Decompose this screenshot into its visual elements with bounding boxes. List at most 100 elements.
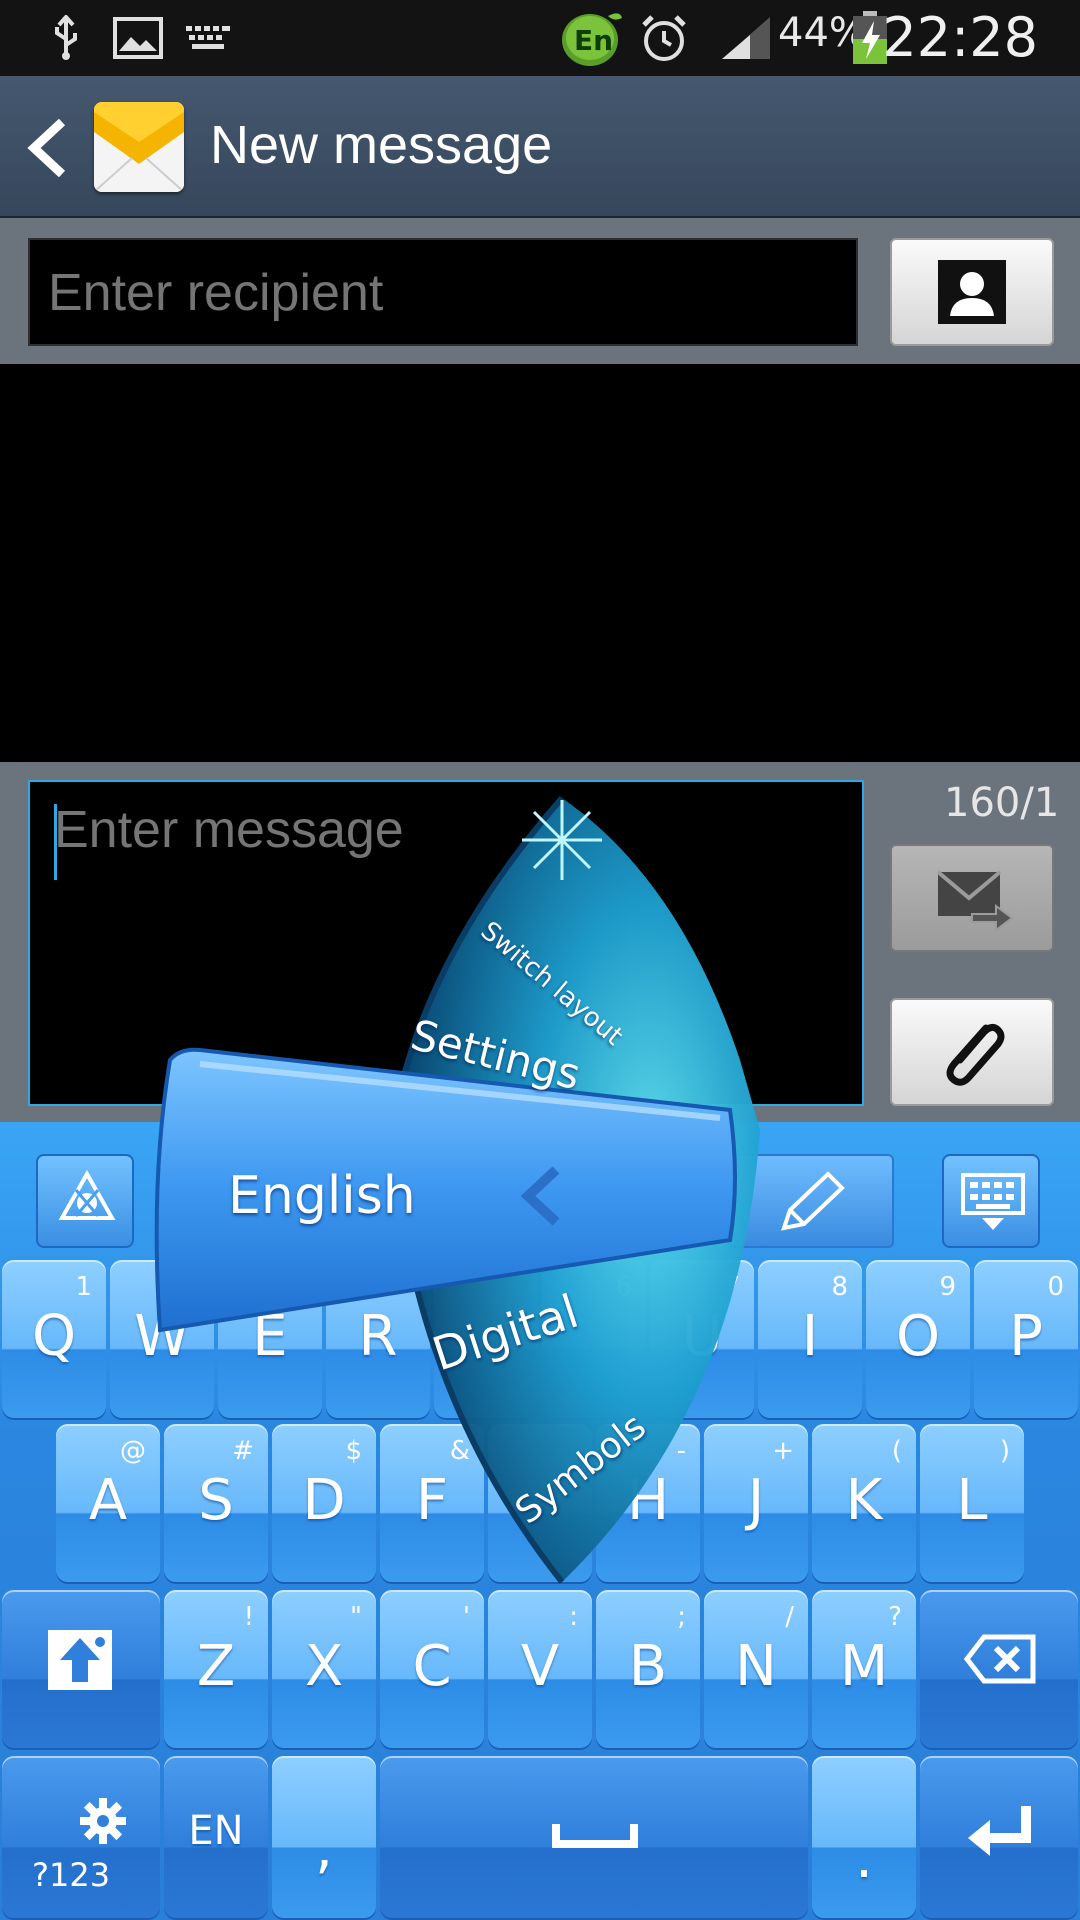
theme-icon: [58, 1170, 116, 1220]
key-label: M: [839, 1634, 889, 1699]
keyboard-icon: [184, 14, 234, 62]
character-counter: 160/1: [944, 780, 1060, 826]
status-bar: En 44% 22:28: [0, 0, 1080, 76]
key-j[interactable]: + J: [704, 1424, 808, 1582]
paperclip-icon: [946, 1023, 1005, 1086]
comma-key[interactable]: ,: [272, 1756, 376, 1918]
key-i[interactable]: 8I: [758, 1260, 862, 1418]
language-badge-icon: En: [560, 13, 624, 66]
messaging-app-icon: [94, 102, 184, 192]
action-bar: New message: [0, 76, 1080, 218]
contact-picker-button[interactable]: [890, 238, 1054, 346]
pen-icon: [781, 1171, 845, 1231]
key-a[interactable]: @ A: [56, 1424, 160, 1582]
key-label: W: [134, 1304, 190, 1369]
key-sub-label: 6: [615, 1272, 632, 1302]
recipient-input[interactable]: [48, 258, 838, 328]
key-f[interactable]: & F: [380, 1424, 484, 1582]
keyboard-hide-icon: [961, 1173, 1025, 1230]
period-key-label: .: [855, 1826, 873, 1891]
key-label: S: [198, 1468, 234, 1533]
message-input[interactable]: [54, 800, 834, 880]
key-k[interactable]: (K: [812, 1424, 916, 1582]
key-r[interactable]: R: [326, 1260, 430, 1418]
key-p[interactable]: 0P: [974, 1260, 1078, 1418]
period-key[interactable]: .: [812, 1756, 916, 1918]
key-s[interactable]: # S: [164, 1424, 268, 1582]
key-d[interactable]: $ D: [272, 1424, 376, 1582]
key-sub-label: -: [676, 1436, 686, 1466]
key-sub-label: /: [785, 1602, 794, 1632]
usb-icon: [44, 14, 88, 62]
key-l[interactable]: ) L: [920, 1424, 1024, 1582]
send-button[interactable]: [890, 844, 1054, 952]
key-z[interactable]: ! Z: [164, 1590, 268, 1748]
key-m[interactable]: ? M: [812, 1590, 916, 1748]
key-sub-label: ;: [677, 1602, 686, 1632]
key-b[interactable]: ; B: [596, 1590, 700, 1748]
key-sub-label: ): [999, 1436, 1010, 1466]
back-arrow-icon[interactable]: [26, 118, 70, 178]
key-u[interactable]: 7U: [650, 1260, 754, 1418]
key-c[interactable]: ' C: [380, 1590, 484, 1748]
key-label: B: [628, 1634, 668, 1699]
key-label: U: [681, 1304, 723, 1369]
enter-key[interactable]: [920, 1756, 1078, 1918]
backspace-key[interactable]: [920, 1590, 1078, 1748]
key-sub-label: 9: [939, 1272, 956, 1302]
recipient-field[interactable]: [28, 238, 858, 346]
key-label: X: [304, 1634, 344, 1699]
key-w[interactable]: W: [110, 1260, 214, 1418]
key-sub-label: !: [243, 1602, 254, 1632]
key-sub-label: ?: [888, 1602, 902, 1632]
key-label: Z: [196, 1634, 236, 1699]
key-sub-label: @: [120, 1436, 146, 1466]
key-label: P: [1009, 1304, 1043, 1369]
text-cursor: [54, 804, 57, 880]
key-v[interactable]: :V: [488, 1590, 592, 1748]
key-sub-label: 7: [723, 1272, 740, 1302]
shift-key[interactable]: [2, 1590, 160, 1748]
key-sub-label: :: [569, 1602, 578, 1632]
enter-icon: [968, 1806, 1031, 1856]
language-badge-text: En: [574, 24, 614, 57]
space-key[interactable]: [380, 1756, 808, 1918]
symbols-key-label: ?123: [32, 1856, 111, 1894]
key-label: Q: [31, 1304, 77, 1369]
key-label: L: [956, 1468, 988, 1533]
key-n[interactable]: / N: [704, 1590, 808, 1748]
handwriting-button[interactable]: [728, 1154, 894, 1248]
key-label: R: [358, 1304, 398, 1369]
key-label: O: [895, 1304, 941, 1369]
key-x[interactable]: " X: [272, 1590, 376, 1748]
key-sub-label: 0: [1047, 1272, 1064, 1302]
attach-button[interactable]: [890, 998, 1054, 1106]
alarm-icon: [638, 14, 690, 62]
language-key[interactable]: EN: [164, 1756, 268, 1918]
hide-keyboard-button[interactable]: [942, 1154, 1040, 1248]
key-sub-label: ': [462, 1602, 470, 1632]
key-label: N: [735, 1634, 777, 1699]
send-icon: [936, 870, 1014, 930]
key-e[interactable]: E: [218, 1260, 322, 1418]
comma-key-label: ,: [315, 1816, 333, 1881]
page-title: New message: [210, 115, 553, 175]
key-label: F: [415, 1468, 449, 1533]
recipient-row: [0, 218, 1080, 364]
key-sub-label: (: [891, 1436, 902, 1466]
key-q[interactable]: 1Q: [2, 1260, 106, 1418]
key-label: A: [88, 1468, 128, 1533]
language-key-label: EN: [188, 1808, 244, 1854]
key-sub-label: $: [345, 1436, 362, 1466]
key-o[interactable]: 9O: [866, 1260, 970, 1418]
space-bar-icon: [552, 1824, 638, 1848]
keyboard-toolbar: [0, 1122, 1080, 1260]
symbols-key[interactable]: ?123: [2, 1756, 160, 1918]
key-label: H: [626, 1468, 670, 1533]
image-icon: [112, 14, 164, 62]
key-sub-label: 8: [831, 1272, 848, 1302]
keyboard-theme-button[interactable]: [36, 1154, 134, 1248]
contact-icon: [938, 260, 1006, 324]
key-label: D: [302, 1468, 346, 1533]
key-label: V: [520, 1634, 560, 1699]
